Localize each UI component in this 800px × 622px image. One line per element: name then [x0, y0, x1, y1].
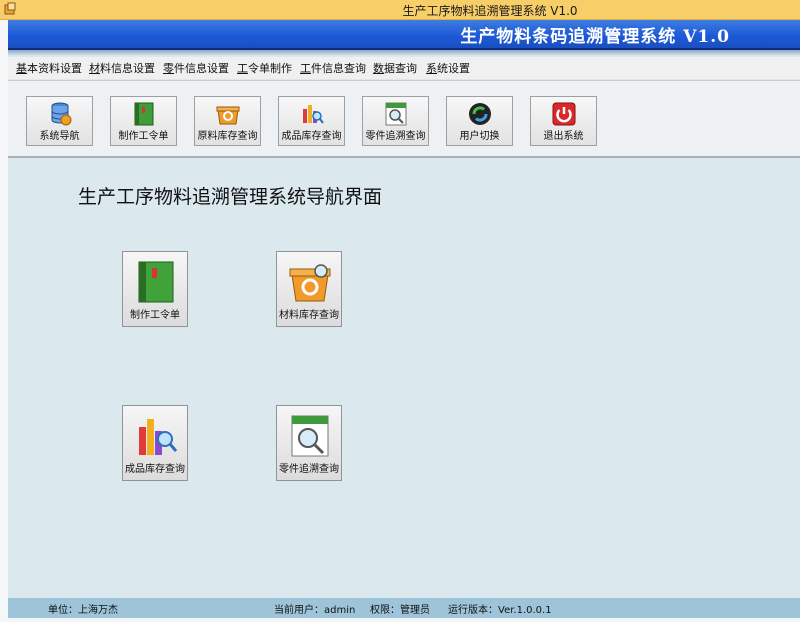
banner-title: 生产物料条码追溯管理系统 V1.0	[460, 27, 730, 47]
menu-item-basic-data[interactable]: 基本资料设置	[16, 60, 82, 76]
status-bar: 单位：上海万杰 当前用户：admin 权限：管理员 运行版本：Ver.1.0.0…	[8, 598, 800, 618]
status-version: 运行版本：Ver.1.0.0.1	[448, 605, 552, 616]
tile-material-stock[interactable]: 材料库存查询	[276, 251, 342, 327]
window-bottom-border	[0, 618, 800, 622]
sync-icon	[469, 103, 491, 125]
status-role: 权限：管理员	[370, 605, 430, 616]
page-title: 生产工序物料追溯管理系统导航界面	[78, 186, 383, 208]
power-icon	[552, 102, 576, 126]
tile-label: 制作工令单	[130, 310, 180, 321]
magnifier-doc-icon	[385, 102, 407, 126]
toolbar-exit-button[interactable]: 退出系统	[530, 96, 597, 146]
toolbar-label: 制作工令单	[118, 131, 169, 142]
status-user: 当前用户：admin	[274, 605, 356, 616]
window-title: 生产工序物料追溯管理系统 V1.0	[402, 4, 578, 18]
toolbar-label: 原料库存查询	[197, 131, 258, 142]
chart-search-icon	[139, 419, 178, 455]
menu-item-material-info[interactable]: 材料信息设置	[89, 60, 155, 76]
banner-shadow	[8, 50, 800, 56]
toolbar-label: 退出系统	[543, 131, 584, 142]
menu-item-work-order[interactable]: 工令单制作	[237, 60, 292, 76]
toolbar-raw-material-stock-button[interactable]: 原料库存查询	[194, 96, 261, 146]
magnifier-doc-icon	[291, 415, 329, 457]
tile-finished-stock[interactable]: 成品库存查询	[122, 405, 188, 481]
toolbar-part-trace-button[interactable]: 零件追溯查询	[362, 96, 429, 146]
tile-part-trace[interactable]: 零件追溯查询	[276, 405, 342, 481]
recycle-box-icon	[216, 106, 240, 125]
window-titlebar: 生产工序物料追溯管理系统 V1.0	[0, 0, 800, 20]
menu-bar: 基本资料设置 材料信息设置 零件信息设置 工令单制作 工件信息查询 数据查询 系…	[8, 57, 800, 79]
menu-item-part-info[interactable]: 零件信息设置	[163, 60, 229, 76]
toolbar-label: 零件追溯查询	[365, 131, 426, 142]
status-unit: 单位：上海万杰	[48, 605, 118, 616]
book-icon	[134, 102, 154, 126]
toolbar-work-order-button[interactable]: 制作工令单	[110, 96, 177, 146]
menu-item-system-settings[interactable]: 系统设置	[426, 60, 470, 76]
toolbar: 系统导航 制作工令单 原料库存查询 成品库存查询 零件追溯查询 用户切换 退出系…	[8, 80, 800, 158]
tile-label: 材料库存查询	[279, 310, 339, 321]
toolbar-switch-user-button[interactable]: 用户切换	[446, 96, 513, 146]
menu-item-workpiece-query[interactable]: 工件信息查询	[300, 60, 366, 76]
toolbar-finished-stock-button[interactable]: 成品库存查询	[278, 96, 345, 146]
book-icon	[138, 261, 174, 303]
toolbar-label: 用户切换	[459, 131, 500, 142]
recycle-box-icon	[289, 264, 331, 302]
app-banner: 生产物料条码追溯管理系统 V1.0	[8, 20, 800, 50]
tile-label: 零件追溯查询	[279, 464, 339, 475]
toolbar-label: 系统导航	[39, 131, 80, 142]
tile-work-order[interactable]: 制作工令单	[122, 251, 188, 327]
menu-item-data-query[interactable]: 数据查询	[373, 60, 417, 76]
chart-search-icon	[303, 105, 324, 124]
tile-label: 成品库存查询	[125, 464, 185, 475]
database-icon	[51, 102, 72, 126]
toolbar-label: 成品库存查询	[281, 131, 342, 142]
toolbar-system-nav-button[interactable]: 系统导航	[26, 96, 93, 146]
window-left-border	[0, 20, 8, 622]
